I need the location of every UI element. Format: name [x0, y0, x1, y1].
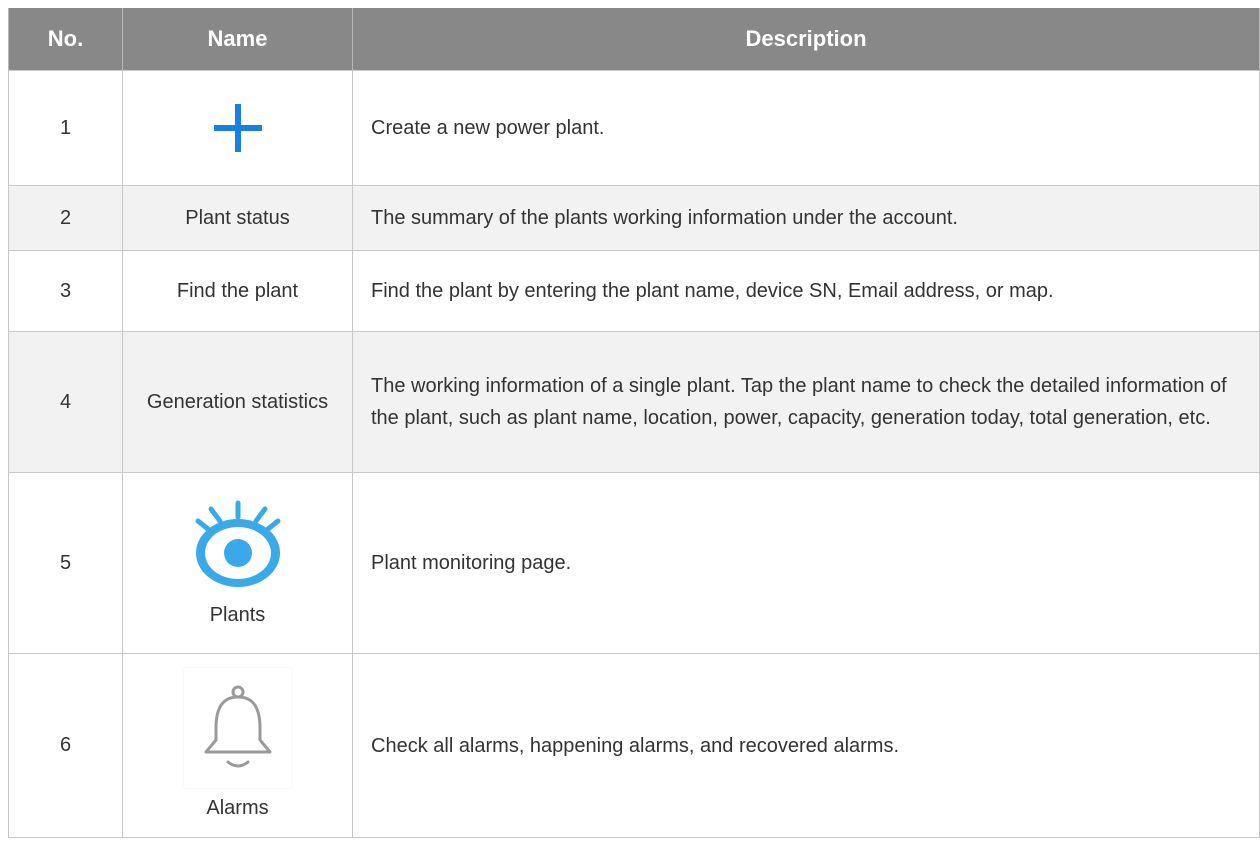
row-description: The summary of the plants working inform…	[352, 185, 1260, 251]
table-row: 1 Create a new power plant.	[8, 70, 1260, 186]
row-number: 3	[8, 250, 123, 332]
header-no: No.	[8, 8, 123, 71]
bell-icon-box	[183, 667, 292, 788]
row-name: Find the plant	[122, 250, 353, 332]
header-description: Description	[352, 8, 1260, 71]
header-name: Name	[122, 8, 353, 71]
table-row: 5 Plants Plant monitoring page.	[8, 472, 1260, 654]
row-name: Generation statistics	[122, 331, 353, 473]
row-number: 2	[8, 185, 123, 251]
row-name: Alarms	[206, 796, 269, 819]
plus-icon	[213, 104, 262, 152]
row-number: 1	[8, 70, 123, 186]
row-name-cell: Plants	[122, 472, 353, 654]
row-name: Plant status	[122, 185, 353, 251]
row-description: Check all alarms, happening alarms, and …	[352, 653, 1260, 838]
row-description: The working information of a single plan…	[352, 331, 1260, 473]
table-row: 2 Plant status The summary of the plants…	[8, 185, 1260, 251]
row-number: 6	[8, 653, 123, 838]
header-row: No. Name Description	[8, 8, 1260, 71]
row-name-cell: Alarms	[122, 653, 353, 838]
table-row: 3 Find the plant Find the plant by enter…	[8, 250, 1260, 332]
row-number: 5	[8, 472, 123, 654]
bell-icon	[204, 685, 271, 767]
row-number: 4	[8, 331, 123, 473]
row-name-cell	[122, 70, 353, 186]
row-description: Find the plant by entering the plant nam…	[352, 250, 1260, 332]
feature-table: No. Name Description 1 Create a new powe…	[8, 8, 1260, 838]
row-name: Plants	[209, 604, 266, 626]
row-description: Plant monitoring page.	[352, 472, 1260, 654]
table-row: 4 Generation statistics The working info…	[8, 331, 1260, 473]
table-row: 6 Alarms Check all alarms, happening ala…	[8, 653, 1260, 838]
row-description: Create a new power plant.	[352, 70, 1260, 186]
eye-icon	[195, 500, 280, 587]
